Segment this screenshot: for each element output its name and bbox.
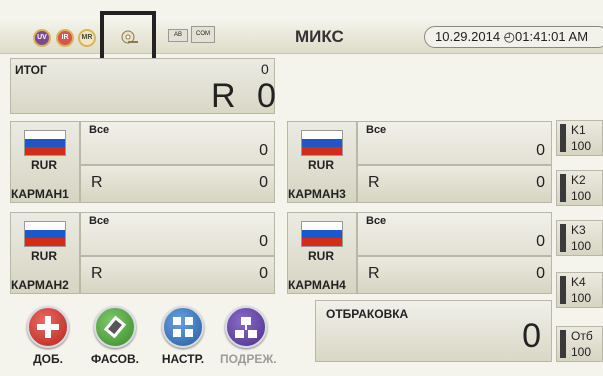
pocket-1-name: КАРМАН1 [11,187,69,201]
total-amount: 0 [257,77,276,115]
k4-counter[interactable]: K4 100 [556,272,603,308]
settings-button[interactable]: НАСТР. [157,306,209,366]
total-count: 0 [261,61,269,77]
pocket-3-currency: RUR [308,158,334,172]
pocket-4-count-cell: Все 0 [357,212,552,256]
reject-label: ОТБРАКОВКА [326,307,409,321]
ab-button[interactable]: AB [168,29,188,42]
pocket-3-amount: 0 [536,174,545,191]
total-currency-symbol: R [211,77,236,115]
settings-icon [162,306,204,348]
mr-mode-icon[interactable]: MR [78,29,96,47]
pocket-2-currency-cell: RUR КАРМАН2 [10,212,80,294]
k4-value: 100 [571,291,592,305]
bundle-icon [94,306,136,348]
mode-label: ПОДРЕЖ. [220,352,277,366]
k3-value: 100 [571,239,592,253]
pocket-4-currency: RUR [308,249,334,263]
uv-mode-icon[interactable]: UV [33,29,51,47]
settings-label: НАСТР. [161,352,205,366]
com-button[interactable]: COM [191,26,215,43]
pocket-3-amount-cell: R 0 [357,165,552,203]
pocket-2-name: КАРМАН2 [11,278,69,292]
pocket-4-amount-cell: R 0 [357,256,552,294]
pocket-1-filter: Все [89,124,110,136]
pocket-2-amount: 0 [259,265,268,282]
add-button[interactable]: ДОБ. [22,306,74,366]
pocket-2-symbol: R [91,265,103,282]
k1-counter[interactable]: K1 100 [556,120,603,156]
pocket-4-count: 0 [536,233,545,250]
k4-label: K4 [571,275,586,289]
pocket-2-filter: Все [89,215,110,227]
k2-value: 100 [571,189,592,203]
pocket-4-symbol: R [368,265,380,282]
pocket-4-currency-cell: RUR КАРМАН4 [287,212,357,294]
pocket-2-amount-cell: R 0 [80,256,275,294]
pocket-4-filter: Все [366,215,387,227]
pocket-4-card[interactable]: RUR КАРМАН4 Все 0 R 0 [287,212,552,294]
pocket-3-currency-cell: RUR КАРМАН3 [287,121,357,203]
russia-flag-icon [301,130,343,156]
russia-flag-icon [24,130,66,156]
total-panel: ИТОГ 0 R 0 [10,58,276,115]
pocket-3-symbol: R [368,174,380,191]
reject-bar [560,330,566,358]
k4-bar [560,276,566,304]
tape-icon[interactable] [121,29,139,45]
k3-bar [560,224,566,252]
pocket-1-card[interactable]: RUR КАРМАН1 Все 0 R 0 [10,121,275,203]
pocket-2-currency: RUR [31,249,57,263]
reject-value: 0 [522,317,541,355]
pocket-3-count-cell: Все 0 [357,121,552,165]
k1-bar [560,124,566,152]
pocket-1-count: 0 [259,142,268,159]
pocket-1-amount-cell: R 0 [80,165,275,203]
bundle-label: ФАСОВ. [90,352,139,366]
pocket-1-currency: RUR [31,158,57,172]
pocket-2-count-cell: Все 0 [80,212,275,256]
plus-icon [27,306,69,348]
mode-button[interactable]: ПОДРЕЖ. [220,306,277,366]
add-label: ДОБ. [33,352,63,366]
reject-counter-label: Отб [571,329,593,343]
russia-flag-icon [24,221,66,247]
reject-counter[interactable]: Отб 100 [556,326,603,362]
russia-flag-icon [301,221,343,247]
k1-label: K1 [571,123,586,137]
datetime-display: 10.29.2014 ◴01:41:01 AM [424,26,603,48]
pocket-3-name: КАРМАН3 [288,187,346,201]
reject-panel: ОТБРАКОВКА 0 [315,300,552,362]
k3-label: K3 [571,223,586,237]
pocket-4-name: КАРМАН4 [288,278,346,292]
k1-value: 100 [571,139,592,153]
bundle-button[interactable]: ФАСОВ. [89,306,141,366]
k3-counter[interactable]: K3 100 [556,220,603,256]
k2-bar [560,174,566,202]
pocket-2-card[interactable]: RUR КАРМАН2 Все 0 R 0 [10,212,275,294]
pocket-3-card[interactable]: RUR КАРМАН3 Все 0 R 0 [287,121,552,203]
ir-mode-icon[interactable]: IR [56,29,74,47]
pocket-1-count-cell: Все 0 [80,121,275,165]
reject-counter-value: 100 [571,345,592,359]
pocket-2-count: 0 [259,233,268,250]
pocket-1-amount: 0 [259,174,268,191]
page-title: МИКС [295,27,344,46]
pocket-1-currency-cell: RUR КАРМАН1 [10,121,80,203]
pocket-1-symbol: R [91,174,103,191]
total-label: ИТОГ [15,63,47,77]
pocket-3-filter: Все [366,124,387,136]
mode-icon [225,306,267,348]
pocket-4-amount: 0 [536,265,545,282]
k2-counter[interactable]: K2 100 [556,170,603,206]
pocket-3-count: 0 [536,142,545,159]
k2-label: K2 [571,173,586,187]
counter-screen: UV IR MR AB COM МИКС 10.29.2014 ◴01:41:0… [0,0,603,376]
